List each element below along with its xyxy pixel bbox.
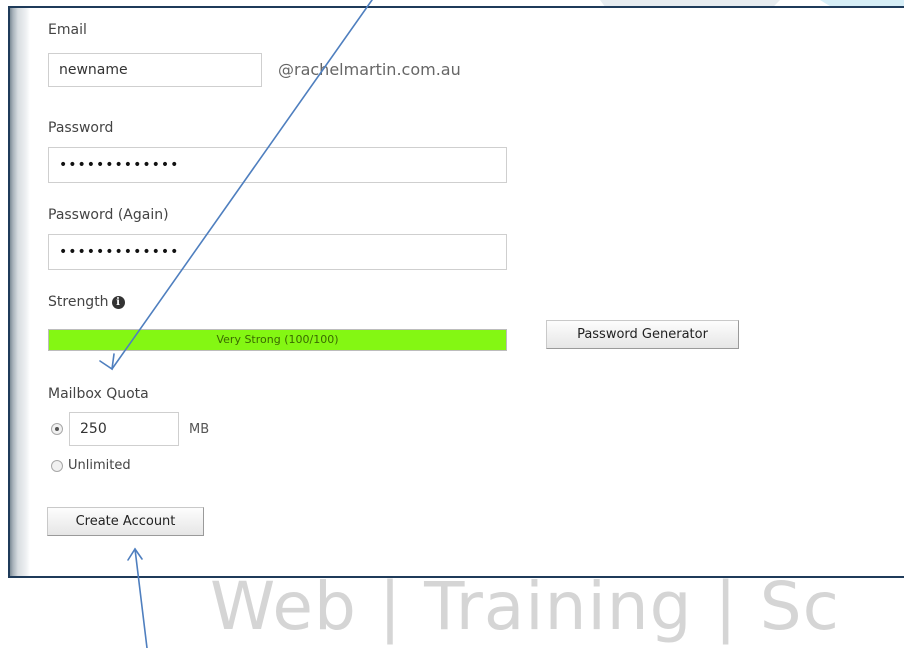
- strength-meter: Very Strong (100/100): [48, 329, 507, 351]
- strength-label-row: Strength i: [48, 294, 125, 310]
- watermark-text: Web | Training | Sc: [210, 568, 840, 645]
- email-field[interactable]: [48, 53, 262, 87]
- create-account-button[interactable]: Create Account: [47, 507, 204, 536]
- email-account-form-panel: Email @rachelmartin.com.au Password Pass…: [8, 6, 904, 578]
- mailbox-quota-label: Mailbox Quota: [48, 386, 149, 402]
- info-icon[interactable]: i: [111, 296, 125, 309]
- strength-label: Strength: [48, 294, 109, 310]
- strength-meter-text: Very Strong (100/100): [216, 333, 339, 346]
- unlimited-label: Unlimited: [68, 458, 131, 473]
- quota-input[interactable]: [69, 412, 179, 446]
- password-again-field[interactable]: [48, 234, 507, 270]
- email-domain-suffix: @rachelmartin.com.au: [278, 60, 461, 79]
- email-label: Email: [48, 22, 87, 38]
- password-generator-button[interactable]: Password Generator: [546, 320, 739, 349]
- password-field[interactable]: [48, 147, 507, 183]
- password-label: Password: [48, 120, 114, 136]
- quota-unit-label: MB: [189, 422, 210, 437]
- password-again-label: Password (Again): [48, 207, 169, 223]
- quota-unlimited-radio[interactable]: [51, 460, 63, 472]
- panel-side-strip: [10, 8, 30, 576]
- quota-limited-radio[interactable]: [51, 423, 63, 435]
